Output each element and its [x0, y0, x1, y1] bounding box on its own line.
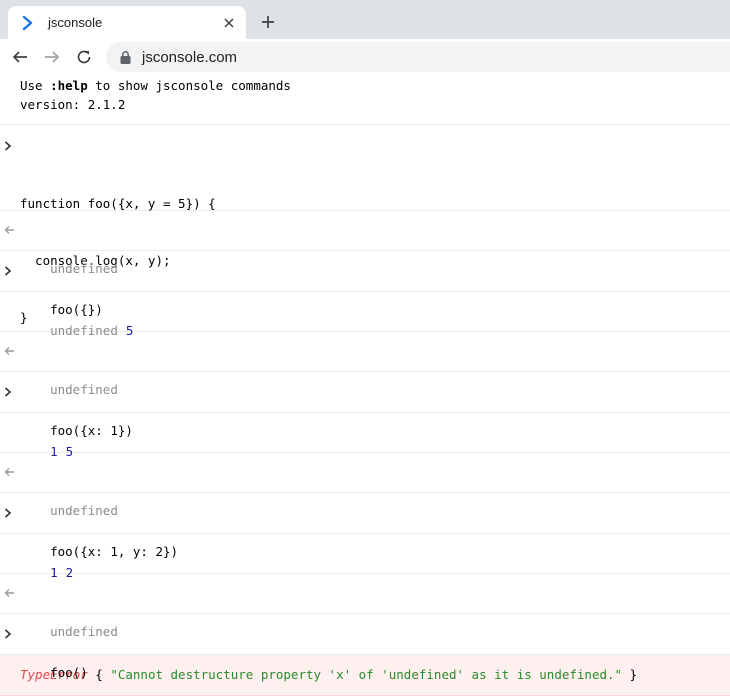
console-input-entry: foo(): [0, 614, 730, 680]
console-error-entry: TypeError { "Cannot destructure property…: [0, 655, 730, 696]
console-result-entry: undefined: [0, 211, 730, 276]
lock-icon[interactable]: [118, 50, 132, 64]
console-input-entry: foo({x: 1, y: 2}): [0, 493, 730, 559]
reload-icon: [77, 50, 91, 64]
console-banner: Use :help to show jsconsole commands ver…: [0, 75, 730, 125]
console-input-entry: function foo({x, y = 5}) { console.log(x…: [0, 125, 730, 325]
error-brace: }: [622, 667, 638, 682]
console-result-entry: undefined: [0, 332, 730, 397]
console-log-entry: undefined 5: [0, 292, 730, 338]
browser-toolbar: jsconsole.com: [0, 39, 730, 75]
banner-help-command: :help: [50, 78, 88, 93]
close-icon[interactable]: [220, 14, 238, 32]
chevron-right-icon: [20, 15, 36, 31]
reload-button[interactable]: [70, 43, 98, 71]
console-log-entry: 12: [0, 534, 730, 580]
banner-text: to show jsconsole commands: [87, 78, 291, 93]
console-input-entry: foo({}): [0, 251, 730, 317]
url-text: jsconsole.com: [142, 48, 238, 66]
tab-strip: jsconsole: [0, 0, 730, 39]
console-log-entry: 15: [0, 413, 730, 459]
console-result-entry: undefined: [0, 574, 730, 639]
address-bar[interactable]: jsconsole.com: [106, 42, 730, 72]
arrow-left-icon: [12, 51, 27, 63]
error-brace: {: [87, 667, 111, 682]
console-input-entry: foo({x: 1}): [0, 372, 730, 438]
error-message: "Cannot destructure property 'x' of 'und…: [110, 667, 623, 682]
back-button[interactable]: [6, 43, 34, 71]
forward-button[interactable]: [38, 43, 66, 71]
banner-version: version: 2.1.2: [20, 97, 126, 112]
input-code-line: foo(): [50, 665, 88, 680]
browser-tab[interactable]: jsconsole: [8, 6, 246, 39]
chevron-right-icon: [4, 629, 16, 669]
banner-text: Use: [20, 78, 51, 93]
plus-icon: [262, 16, 274, 28]
arrow-right-icon: [45, 51, 60, 63]
new-tab-button[interactable]: [257, 11, 279, 33]
console-result-entry: undefined: [0, 453, 730, 518]
tab-title: jsconsole: [48, 15, 103, 30]
console-output[interactable]: Use :help to show jsconsole commands ver…: [0, 75, 730, 697]
